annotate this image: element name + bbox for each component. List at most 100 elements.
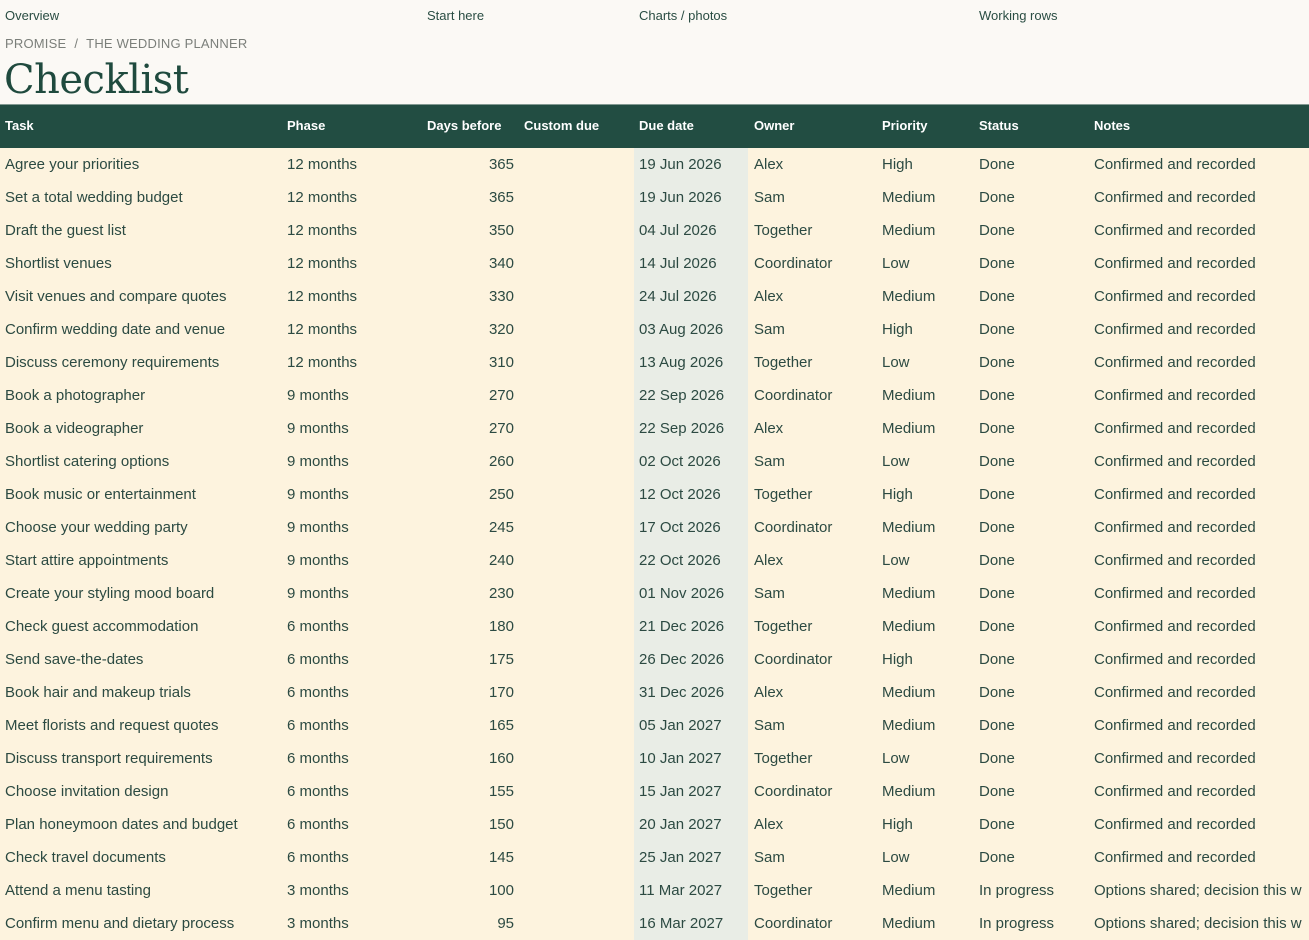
days-before-cell[interactable]: 155 [427, 783, 514, 800]
table-row[interactable]: Start attire appointments 9 months 240 22 O… [0, 544, 1309, 577]
task-cell[interactable]: Check guest accommodation [5, 618, 280, 635]
status-cell[interactable]: Done [979, 255, 1089, 272]
task-cell[interactable]: Discuss ceremony requirements [5, 354, 280, 371]
status-cell[interactable]: In progress [979, 882, 1089, 899]
table-row[interactable]: Check guest accommodation 6 months 180 21 D… [0, 610, 1309, 643]
priority-cell[interactable]: Low [882, 354, 974, 371]
priority-cell[interactable]: Medium [882, 288, 974, 305]
task-cell[interactable]: Meet florists and request quotes [5, 717, 280, 734]
phase-cell[interactable]: 9 months [287, 420, 417, 437]
table-row[interactable]: Send save-the-dates 6 months 175 26 Dec 202… [0, 643, 1309, 676]
task-cell[interactable]: Choose your wedding party [5, 519, 280, 536]
status-cell[interactable]: Done [979, 717, 1089, 734]
days-before-cell[interactable]: 95 [427, 915, 514, 932]
priority-cell[interactable]: Medium [882, 684, 974, 701]
days-before-cell[interactable]: 270 [427, 420, 514, 437]
days-before-cell[interactable]: 260 [427, 453, 514, 470]
column-header-due-date[interactable]: Due date [639, 118, 694, 133]
priority-cell[interactable]: High [882, 156, 974, 173]
phase-cell[interactable]: 12 months [287, 321, 417, 338]
phase-cell[interactable]: 9 months [287, 387, 417, 404]
phase-cell[interactable]: 6 months [287, 651, 417, 668]
days-before-cell[interactable]: 175 [427, 651, 514, 668]
notes-cell[interactable]: Confirmed and recorded [1094, 816, 1309, 833]
phase-cell[interactable]: 9 months [287, 453, 417, 470]
phase-cell[interactable]: 9 months [287, 519, 417, 536]
priority-cell[interactable]: Medium [882, 585, 974, 602]
task-cell[interactable]: Agree your priorities [5, 156, 280, 173]
task-cell[interactable]: Create your styling mood board [5, 585, 280, 602]
owner-cell[interactable]: Alex [754, 816, 876, 833]
table-row[interactable]: Choose invitation design 6 months 155 15 Ja… [0, 775, 1309, 808]
owner-cell[interactable]: Sam [754, 717, 876, 734]
status-cell[interactable]: Done [979, 552, 1089, 569]
priority-cell[interactable]: Medium [882, 387, 974, 404]
column-header-phase[interactable]: Phase [287, 118, 325, 133]
owner-cell[interactable]: Together [754, 486, 876, 503]
owner-cell[interactable]: Sam [754, 849, 876, 866]
table-row[interactable]: Plan honeymoon dates and budget 6 months 1… [0, 808, 1309, 841]
status-cell[interactable]: Done [979, 189, 1089, 206]
task-cell[interactable]: Send save-the-dates [5, 651, 280, 668]
priority-cell[interactable]: Medium [882, 618, 974, 635]
table-row[interactable]: Book music or entertainment 9 months 250 12… [0, 478, 1309, 511]
table-row[interactable]: Agree your priorities 12 months 365 19 Jun … [0, 148, 1309, 181]
status-cell[interactable]: Done [979, 783, 1089, 800]
priority-cell[interactable]: Medium [882, 519, 974, 536]
task-cell[interactable]: Discuss transport requirements [5, 750, 280, 767]
notes-cell[interactable]: Confirmed and recorded [1094, 453, 1309, 470]
table-row[interactable]: Shortlist catering options 9 months 260 02 … [0, 445, 1309, 478]
days-before-cell[interactable]: 365 [427, 156, 514, 173]
notes-cell[interactable]: Confirmed and recorded [1094, 783, 1309, 800]
column-header-task[interactable]: Task [5, 118, 34, 133]
phase-cell[interactable]: 12 months [287, 189, 417, 206]
priority-cell[interactable]: Low [882, 849, 974, 866]
priority-cell[interactable]: Medium [882, 222, 974, 239]
table-row[interactable]: Discuss ceremony requirements 12 months 31… [0, 346, 1309, 379]
days-before-cell[interactable]: 100 [427, 882, 514, 899]
notes-cell[interactable]: Confirmed and recorded [1094, 618, 1309, 635]
priority-cell[interactable]: Medium [882, 783, 974, 800]
phase-cell[interactable]: 12 months [287, 354, 417, 371]
days-before-cell[interactable]: 160 [427, 750, 514, 767]
column-header-status[interactable]: Status [979, 118, 1019, 133]
nav-overview-link[interactable]: Overview [5, 8, 59, 23]
owner-cell[interactable]: Together [754, 618, 876, 635]
notes-cell[interactable]: Confirmed and recorded [1094, 684, 1309, 701]
priority-cell[interactable]: High [882, 486, 974, 503]
owner-cell[interactable]: Coordinator [754, 915, 876, 932]
notes-cell[interactable]: Confirmed and recorded [1094, 288, 1309, 305]
notes-cell[interactable]: Confirmed and recorded [1094, 156, 1309, 173]
owner-cell[interactable]: Coordinator [754, 387, 876, 404]
days-before-cell[interactable]: 320 [427, 321, 514, 338]
table-row[interactable]: Visit venues and compare quotes 12 months… [0, 280, 1309, 313]
days-before-cell[interactable]: 245 [427, 519, 514, 536]
status-cell[interactable]: Done [979, 816, 1089, 833]
table-row[interactable]: Choose your wedding party 9 months 245 17 O… [0, 511, 1309, 544]
owner-cell[interactable]: Alex [754, 552, 876, 569]
phase-cell[interactable]: 3 months [287, 915, 417, 932]
days-before-cell[interactable]: 165 [427, 717, 514, 734]
notes-cell[interactable]: Confirmed and recorded [1094, 750, 1309, 767]
notes-cell[interactable]: Confirmed and recorded [1094, 552, 1309, 569]
notes-cell[interactable]: Confirmed and recorded [1094, 420, 1309, 437]
table-row[interactable]: Check travel documents 6 months 145 25 Jan … [0, 841, 1309, 874]
task-cell[interactable]: Attend a menu tasting [5, 882, 280, 899]
days-before-cell[interactable]: 250 [427, 486, 514, 503]
status-cell[interactable]: Done [979, 585, 1089, 602]
owner-cell[interactable]: Sam [754, 321, 876, 338]
priority-cell[interactable]: High [882, 651, 974, 668]
task-cell[interactable]: Book a photographer [5, 387, 280, 404]
phase-cell[interactable]: 6 months [287, 618, 417, 635]
table-row[interactable]: Meet florists and request quotes 6 months… [0, 709, 1309, 742]
nav-start-here-link[interactable]: Start here [427, 8, 484, 23]
notes-cell[interactable]: Confirmed and recorded [1094, 717, 1309, 734]
phase-cell[interactable]: 12 months [287, 255, 417, 272]
task-cell[interactable]: Plan honeymoon dates and budget [5, 816, 280, 833]
nav-working-rows-link[interactable]: Working rows [979, 8, 1058, 23]
days-before-cell[interactable]: 340 [427, 255, 514, 272]
task-cell[interactable]: Check travel documents [5, 849, 280, 866]
status-cell[interactable]: Done [979, 288, 1089, 305]
table-row[interactable]: Confirm menu and dietary process 3 months… [0, 907, 1309, 940]
status-cell[interactable]: Done [979, 321, 1089, 338]
